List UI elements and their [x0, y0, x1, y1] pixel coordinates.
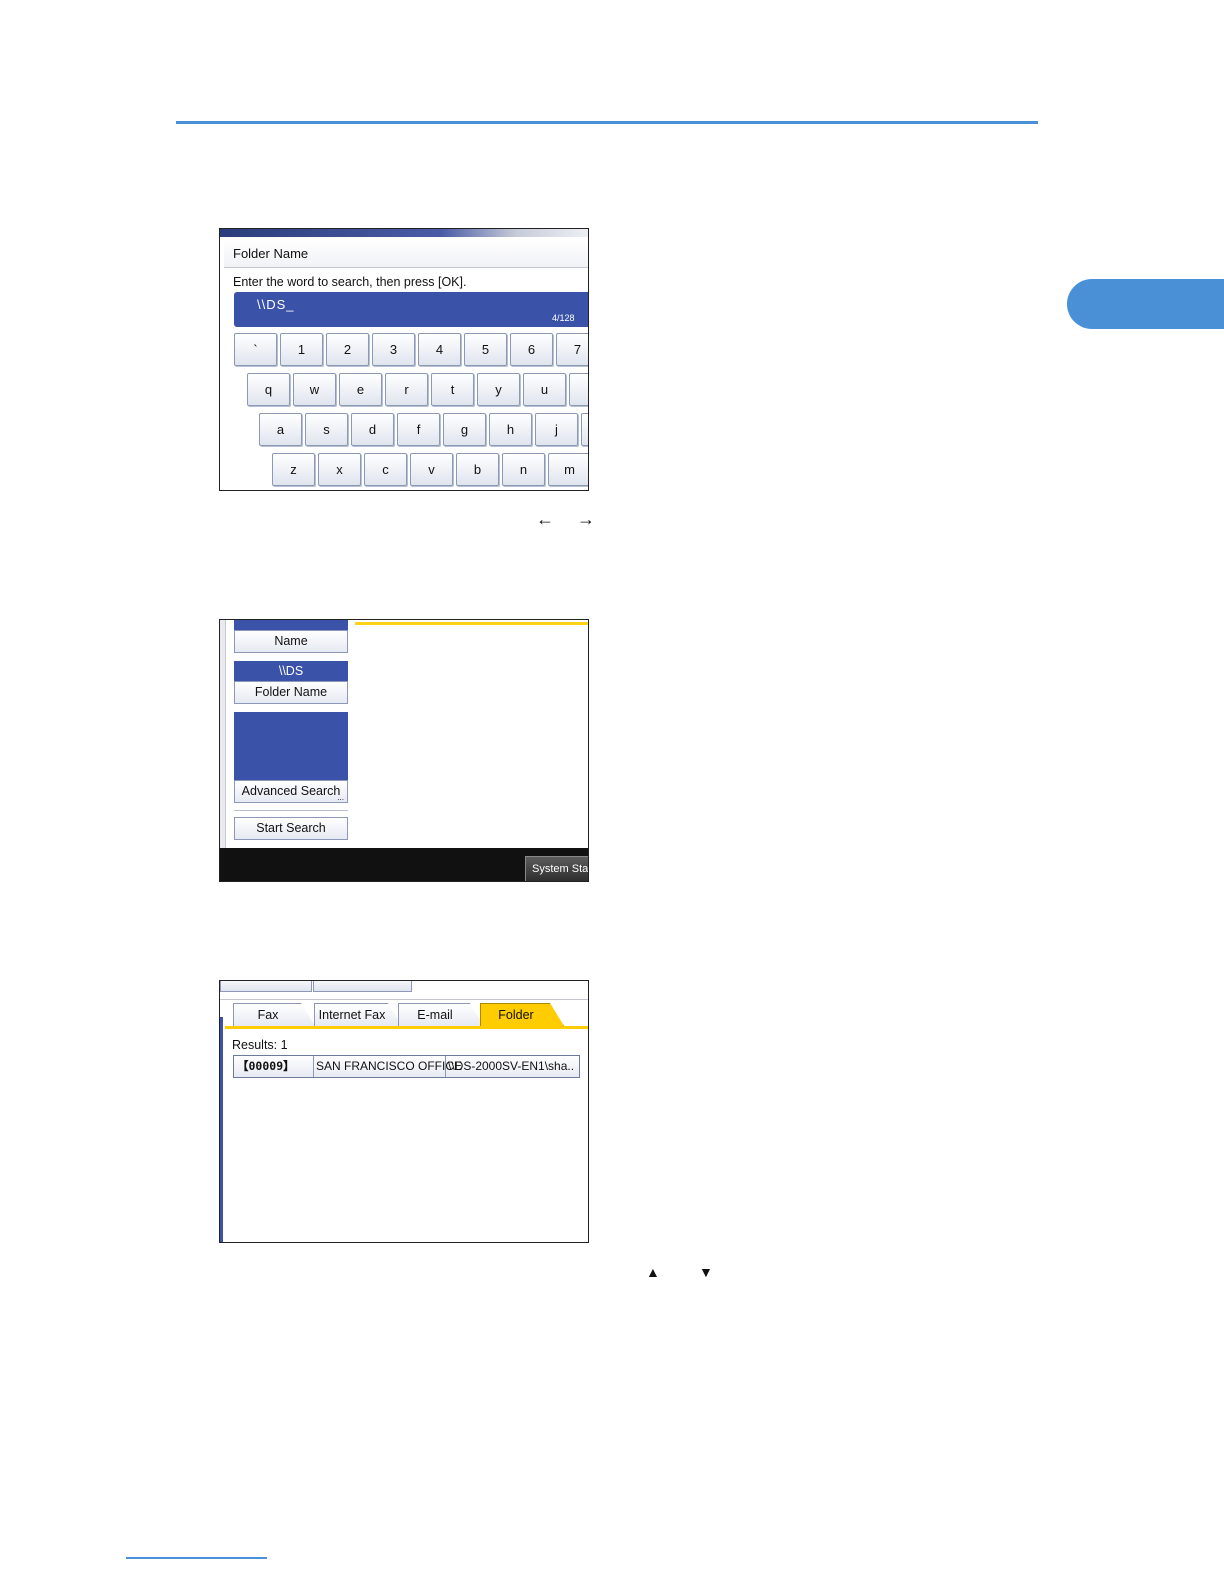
result-row[interactable]: 【00009】 SAN FRANCISCO OFFICE \\DS-2000SV…	[233, 1055, 580, 1078]
chapter-tab	[1067, 279, 1224, 329]
key-partial-1[interactable]	[569, 373, 588, 406]
advanced-search-value-box	[234, 712, 348, 780]
advanced-search-label: Advanced Search	[241, 784, 341, 798]
key-m[interactable]: m	[548, 453, 588, 486]
key-d[interactable]: d	[351, 413, 394, 446]
screen-top-bar	[220, 229, 588, 237]
dialog-title: Folder Name	[233, 246, 309, 261]
search-criteria-screen: Name \\DS Folder Name Advanced Search ..…	[219, 619, 589, 882]
key-x[interactable]: x	[318, 453, 361, 486]
key-1[interactable]: 1	[280, 333, 323, 366]
key-u[interactable]: u	[523, 373, 566, 406]
top-button-fragment-2[interactable]	[313, 981, 412, 992]
yellow-divider	[355, 622, 588, 625]
key-y[interactable]: y	[477, 373, 520, 406]
system-status-button[interactable]: System Status	[525, 856, 588, 881]
key-h[interactable]: h	[489, 413, 532, 446]
results-count: Results: 1	[232, 1038, 288, 1052]
key-r[interactable]: r	[385, 373, 428, 406]
key-3[interactable]: 3	[372, 333, 415, 366]
key-s[interactable]: s	[305, 413, 348, 446]
top-blue-strip	[234, 620, 348, 630]
key-w[interactable]: w	[293, 373, 336, 406]
key-partial-2[interactable]	[581, 413, 588, 446]
key-backtick[interactable]: `	[234, 333, 277, 366]
footer-link-underline	[126, 1557, 267, 1559]
name-button[interactable]: Name	[234, 630, 348, 653]
tab-email[interactable]: E-mail	[398, 1003, 484, 1026]
dialog-title-bar: Folder Name	[224, 239, 588, 268]
frame-edge	[220, 620, 226, 850]
folder-name-value: \\DS	[234, 661, 348, 681]
key-6[interactable]: 6	[510, 333, 553, 366]
key-v[interactable]: v	[410, 453, 453, 486]
key-c[interactable]: c	[364, 453, 407, 486]
start-search-button[interactable]: Start Search	[234, 817, 348, 840]
key-n[interactable]: n	[502, 453, 545, 486]
key-g[interactable]: g	[443, 413, 486, 446]
top-button-fragment[interactable]	[220, 981, 312, 992]
key-2[interactable]: 2	[326, 333, 369, 366]
search-results-screen: Fax Internet Fax E-mail Folder Results: …	[219, 980, 589, 1243]
left-arrow-icon: ←	[536, 509, 554, 529]
key-t[interactable]: t	[431, 373, 474, 406]
up-arrow-icon: ▲	[646, 1264, 660, 1280]
search-prompt: Enter the word to search, then press [OK…	[233, 275, 467, 289]
header-rule	[176, 121, 1038, 124]
bottom-status-bar: System Status	[220, 848, 588, 881]
key-4[interactable]: 4	[418, 333, 461, 366]
key-e[interactable]: e	[339, 373, 382, 406]
search-input-value: \\DS_	[257, 297, 295, 312]
separator	[234, 810, 348, 811]
key-5[interactable]: 5	[464, 333, 507, 366]
folder-name-button[interactable]: Folder Name	[234, 681, 348, 704]
key-f[interactable]: f	[397, 413, 440, 446]
key-j[interactable]: j	[535, 413, 578, 446]
key-7[interactable]: 7	[556, 333, 588, 366]
right-arrow-icon: →	[577, 509, 595, 529]
tab-bar-divider	[220, 999, 588, 1000]
left-rail	[220, 1017, 223, 1242]
result-name: SAN FRANCISCO OFFICE	[313, 1056, 462, 1077]
active-tab-underline	[225, 1026, 588, 1029]
key-a[interactable]: a	[259, 413, 302, 446]
down-arrow-icon: ▼	[699, 1264, 713, 1280]
tab-fax[interactable]: Fax	[233, 1003, 315, 1026]
result-id: 【00009】	[237, 1059, 295, 1073]
char-count: 4/128	[552, 313, 575, 323]
search-input[interactable]: \\DS_ 4/128	[234, 292, 588, 327]
key-q[interactable]: q	[247, 373, 290, 406]
key-b[interactable]: b	[456, 453, 499, 486]
folder-name-entry-screen: Folder Name Enter the word to search, th…	[219, 228, 589, 491]
more-icon: ...	[337, 793, 344, 802]
result-path: \\DS-2000SV-EN1\sha..	[445, 1056, 574, 1077]
tab-internet-fax[interactable]: Internet Fax	[314, 1003, 402, 1026]
advanced-search-button[interactable]: Advanced Search ...	[234, 780, 348, 803]
key-z[interactable]: z	[272, 453, 315, 486]
tab-folder[interactable]: Folder	[480, 1003, 564, 1026]
